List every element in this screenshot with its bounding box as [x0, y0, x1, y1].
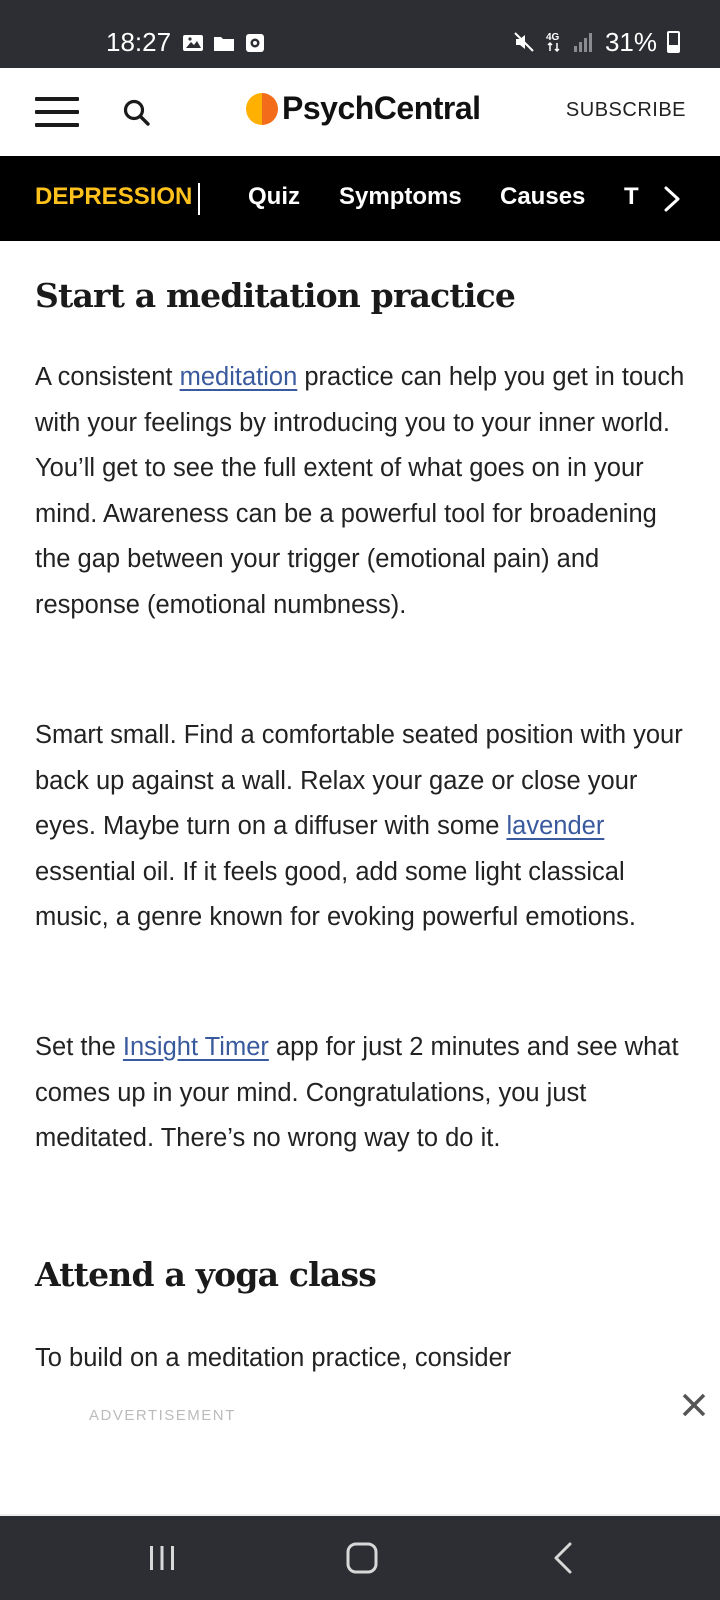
site-logo[interactable]: PsychCentral — [246, 90, 481, 127]
topic-nav-quiz[interactable]: Quiz — [248, 183, 300, 211]
signal-icon — [573, 33, 592, 52]
site-header: PsychCentral SUBSCRIBE — [0, 68, 720, 157]
paragraph-text: practice can help you get in touch with … — [35, 363, 685, 619]
insight-timer-link[interactable]: Insight Timer — [123, 1033, 269, 1061]
hamburger-menu-icon[interactable] — [35, 97, 79, 127]
status-time: 18:27 — [106, 27, 172, 57]
advertisement-banner: ADVERTISEMENT — [0, 1382, 720, 1518]
advertisement-label: ADVERTISEMENT — [89, 1407, 236, 1424]
notification-icons — [182, 33, 266, 53]
logo-text: PsychCentral — [282, 90, 481, 126]
gallery-icon — [183, 35, 203, 51]
network-4g-icon: 4G — [546, 32, 560, 53]
battery-level — [669, 45, 678, 51]
topic-nav-symptoms[interactable]: Symptoms — [339, 183, 462, 211]
android-nav-bar — [0, 1516, 720, 1600]
paragraph-text: A consistent — [35, 363, 180, 391]
battery-icon — [667, 31, 680, 53]
paragraph-text: essential oil. If it feels good, add som… — [35, 857, 636, 932]
paragraph-start-small: Smart small. Find a comfortable seated p… — [35, 713, 687, 941]
folder-icon — [214, 37, 234, 51]
mute-icon — [514, 32, 534, 52]
back-icon[interactable] — [544, 1538, 584, 1578]
subscribe-link[interactable]: SUBSCRIBE — [566, 99, 686, 122]
logo-mark-icon — [246, 92, 278, 125]
paragraph-meditation-intro: A consistent meditation practice can hel… — [35, 355, 687, 628]
svg-text:4G: 4G — [546, 32, 560, 43]
system-icons: 4G 31% — [513, 27, 680, 57]
topic-nav-partial[interactable]: T — [624, 183, 639, 211]
recent-apps-icon[interactable] — [142, 1538, 182, 1578]
paragraph-insight-timer: Set the Insight Timer app for just 2 min… — [35, 1025, 687, 1162]
paragraph-yoga-intro: To build on a meditation practice, consi… — [35, 1344, 512, 1372]
section-heading-meditation: Start a meditation practice — [35, 276, 516, 315]
topic-title[interactable]: DEPRESSION — [35, 183, 192, 211]
section-heading-yoga: Attend a yoga class — [35, 1255, 377, 1294]
home-icon[interactable] — [342, 1538, 382, 1578]
status-bar: 18:27 4G 31% — [0, 0, 720, 68]
lavender-link[interactable]: lavender — [507, 812, 605, 840]
screenshot-app-icon — [246, 34, 264, 52]
search-icon[interactable] — [122, 98, 152, 128]
paragraph-text: Set the — [35, 1033, 123, 1061]
topic-nav: DEPRESSION Quiz Symptoms Causes T — [0, 156, 720, 241]
chevron-right-icon[interactable] — [658, 182, 688, 216]
meditation-link[interactable]: meditation — [180, 363, 298, 391]
topic-nav-causes[interactable]: Causes — [500, 183, 585, 211]
battery-percentage: 31% — [604, 27, 657, 57]
topic-divider — [198, 183, 200, 215]
close-icon[interactable] — [680, 1391, 708, 1419]
